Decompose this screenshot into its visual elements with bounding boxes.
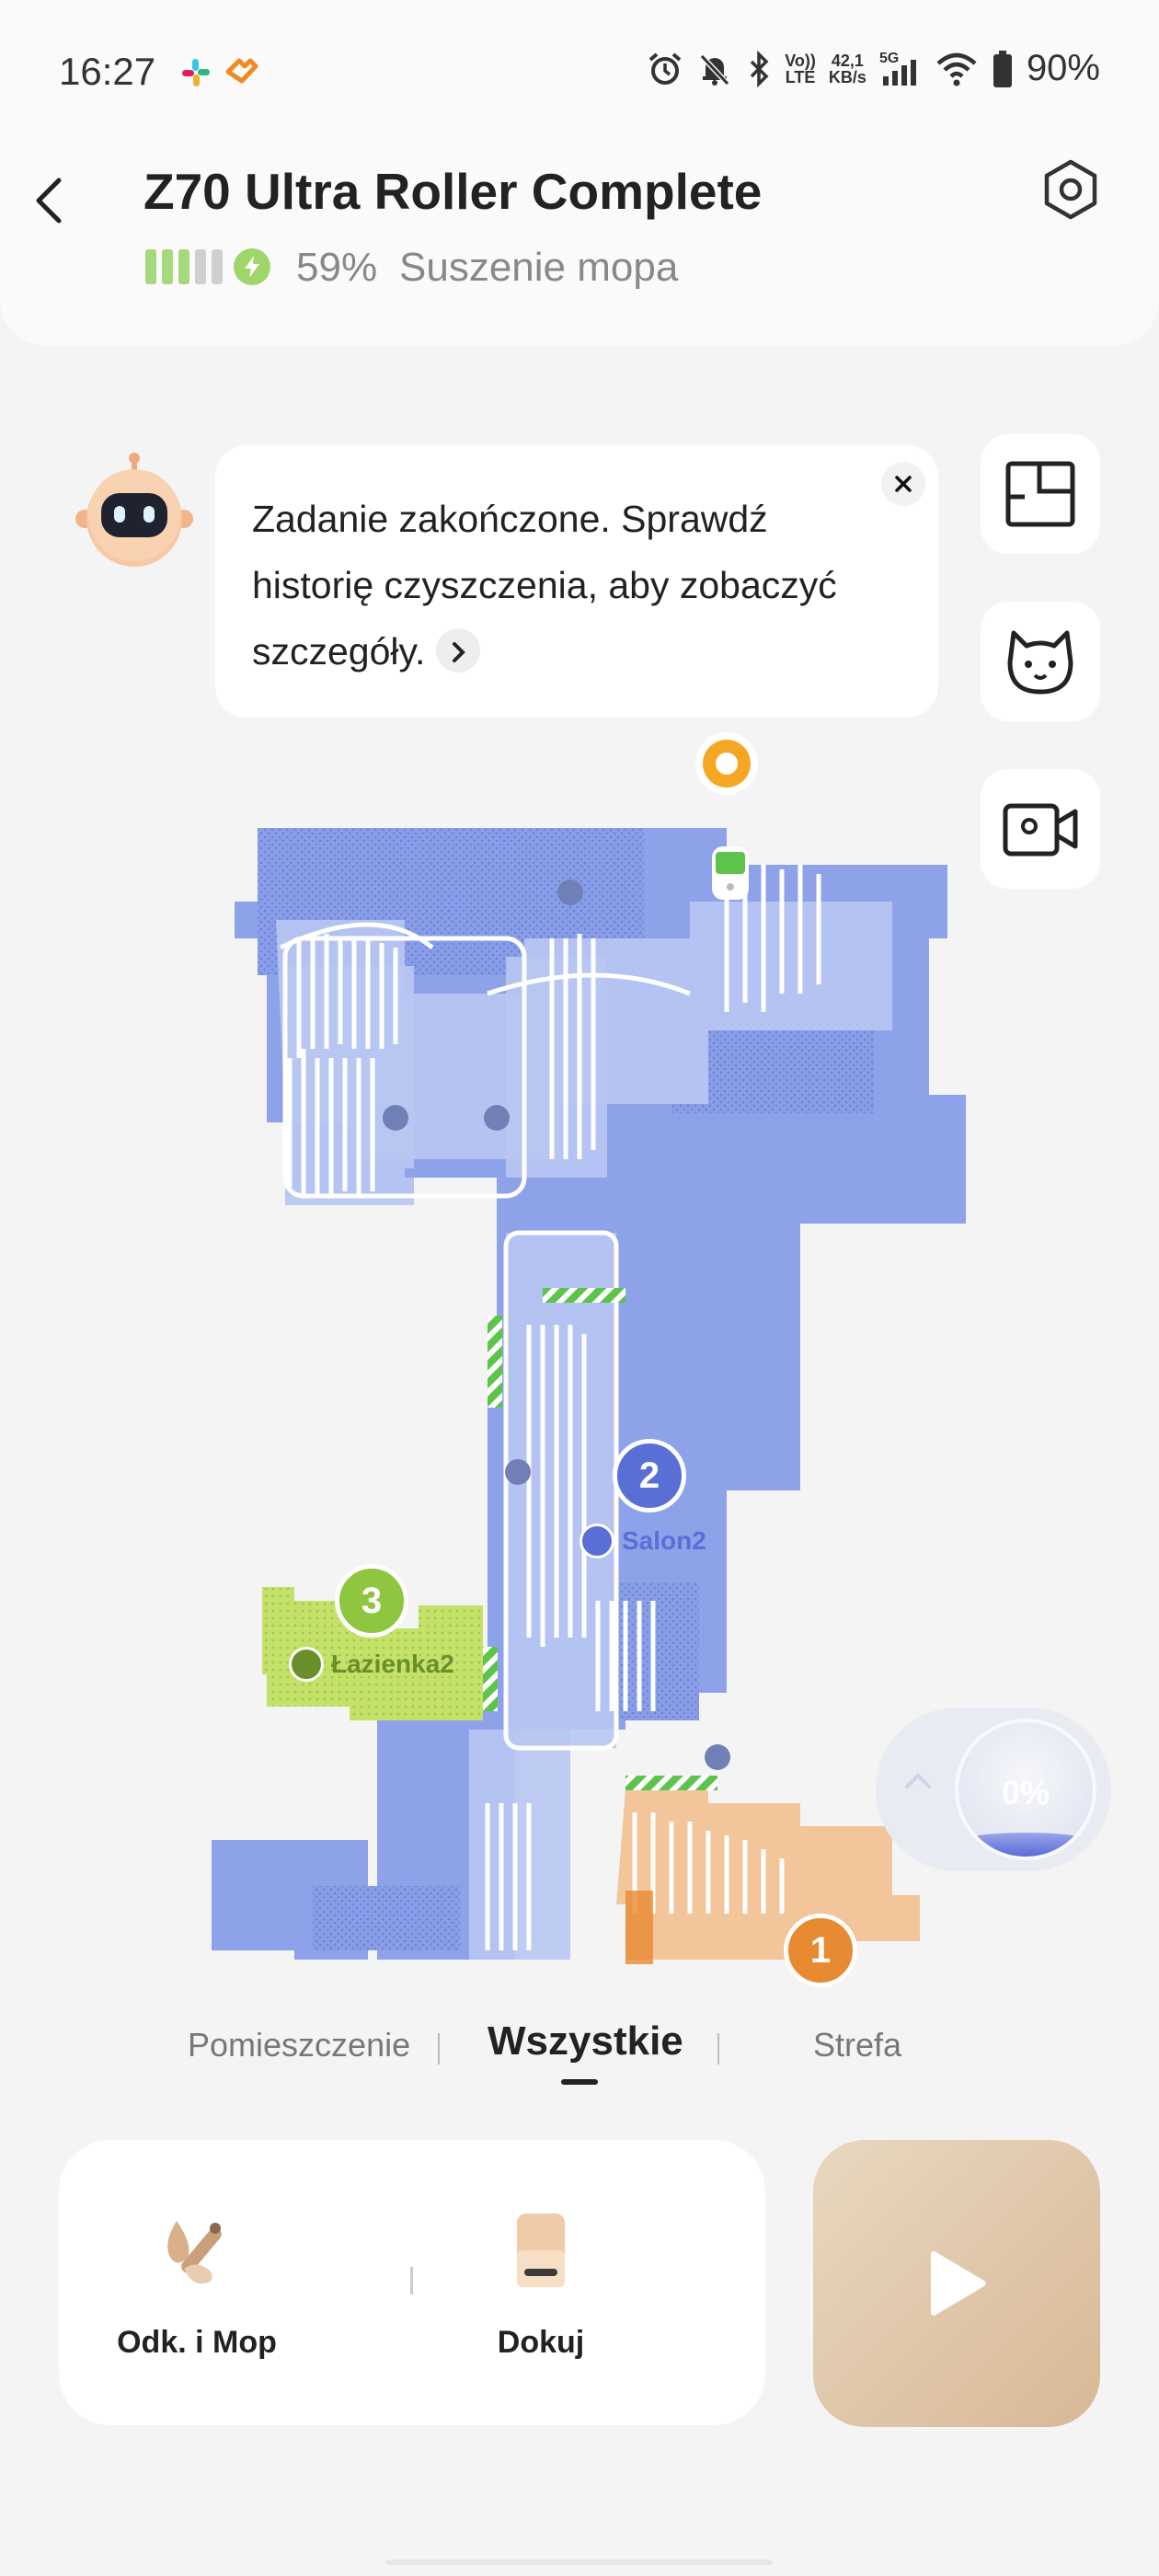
device-title: Z70 Ultra Roller Complete <box>143 163 763 220</box>
app-notification-icon <box>225 58 258 84</box>
actions-separator <box>410 2267 413 2294</box>
charging-bolt-icon <box>234 248 270 285</box>
dock-label: Dokuj <box>497 2325 585 2360</box>
device-battery-indicator <box>145 248 270 285</box>
room-marker-3[interactable]: 3 <box>335 1564 408 1638</box>
close-icon <box>895 476 912 492</box>
cleaning-mode-tabs: Pomieszczenie Wszystkie Strefa <box>0 2006 1159 2098</box>
status-time: 16:27 <box>59 50 156 93</box>
room-name-lazienka: Łazienka2 <box>331 1650 454 1678</box>
settings-icon[interactable] <box>1038 156 1104 223</box>
battery-percent: 90% <box>1026 48 1100 88</box>
pet-icon <box>1007 630 1073 695</box>
wifi-icon <box>936 52 977 86</box>
assistant-message-bubble[interactable]: Zadanie zakończone. Sprawdź historię czy… <box>215 445 938 718</box>
progress-percent: 0% <box>1001 1774 1050 1811</box>
signal-icon: 5G <box>879 51 922 87</box>
close-message-button[interactable] <box>881 462 925 506</box>
vacuum-mop-mode-button[interactable]: Odk. i Mop <box>86 2204 307 2361</box>
tab-active-indicator <box>561 2079 598 2085</box>
status-icons: Vo)) LTE 42,1 KB/s 5G 90% <box>647 48 1100 89</box>
battery-bar <box>195 249 206 284</box>
tab-room[interactable]: Pomieszczenie <box>188 2026 410 2064</box>
bottom-actions-card: Odk. i Mop Dokuj <box>59 2140 765 2425</box>
assistant-message: Zadanie zakończone. Sprawdź historię czy… <box>252 486 859 684</box>
vacuum-mop-icon <box>167 2221 222 2284</box>
progress-fill <box>958 1832 1093 1857</box>
pet-mode-button[interactable] <box>981 602 1100 721</box>
speed-unit: KB/s <box>828 67 866 86</box>
room-marker-2[interactable]: 2 <box>613 1439 686 1512</box>
room-marker-1[interactable]: 1 <box>784 1914 857 1987</box>
chevron-up-icon[interactable] <box>900 1766 936 1794</box>
battery-bar <box>212 249 223 284</box>
volte-indicator: Vo)) LTE <box>785 52 816 86</box>
room-label-lazienka[interactable]: Łazienka2 <box>289 1647 454 1682</box>
mode-label: Odk. i Mop <box>117 2325 277 2360</box>
device-status: Suszenie mopa <box>399 245 679 290</box>
volte-top: Vo)) <box>785 51 816 70</box>
device-battery-level: 59% <box>296 245 378 290</box>
battery-bar <box>145 249 156 284</box>
home-indicator[interactable] <box>386 2559 773 2565</box>
assistant-robot-avatar[interactable] <box>72 451 197 576</box>
slack-icon <box>182 59 210 86</box>
play-icon <box>931 2251 986 2316</box>
video-camera-icon <box>1003 803 1078 857</box>
dock-station-icon <box>517 2214 565 2287</box>
alarm-icon <box>648 52 682 85</box>
tab-separator <box>717 2033 719 2064</box>
speed-value: 42,1 <box>831 51 864 70</box>
chevron-right-icon[interactable] <box>435 628 480 673</box>
room-label-salon[interactable]: Salon2 <box>580 1524 706 1558</box>
start-cleaning-button[interactable] <box>813 2140 1100 2427</box>
map-edit-icon <box>1005 461 1075 527</box>
bluetooth-icon <box>751 50 769 87</box>
progress-circle: 0% <box>955 1719 1096 1860</box>
bathtub-icon <box>289 1647 324 1682</box>
cleaning-progress-widget[interactable]: 0% <box>876 1708 1111 1871</box>
battery-bar <box>162 249 173 284</box>
back-arrow-icon[interactable] <box>26 167 77 232</box>
tab-zone[interactable]: Strefa <box>813 2026 901 2064</box>
network-speed: 42,1 KB/s <box>829 52 866 86</box>
mute-bell-icon <box>700 53 730 86</box>
room-name-salon: Salon2 <box>622 1526 706 1555</box>
tab-separator <box>438 2033 440 2064</box>
map-edit-button[interactable] <box>981 434 1100 554</box>
volte-bottom: LTE <box>785 67 816 86</box>
sofa-icon <box>580 1524 614 1558</box>
battery-bar <box>178 249 189 284</box>
tab-all[interactable]: Wszystkie <box>488 2018 683 2064</box>
battery-icon <box>993 50 1012 87</box>
dock-button[interactable]: Dokuj <box>430 2204 651 2361</box>
status-bar: 16:27 Vo)) LTE 42,1 KB/s 5G 90% <box>0 0 1159 147</box>
assistant-message-text: Zadanie zakończone. Sprawdź historię czy… <box>252 498 837 673</box>
